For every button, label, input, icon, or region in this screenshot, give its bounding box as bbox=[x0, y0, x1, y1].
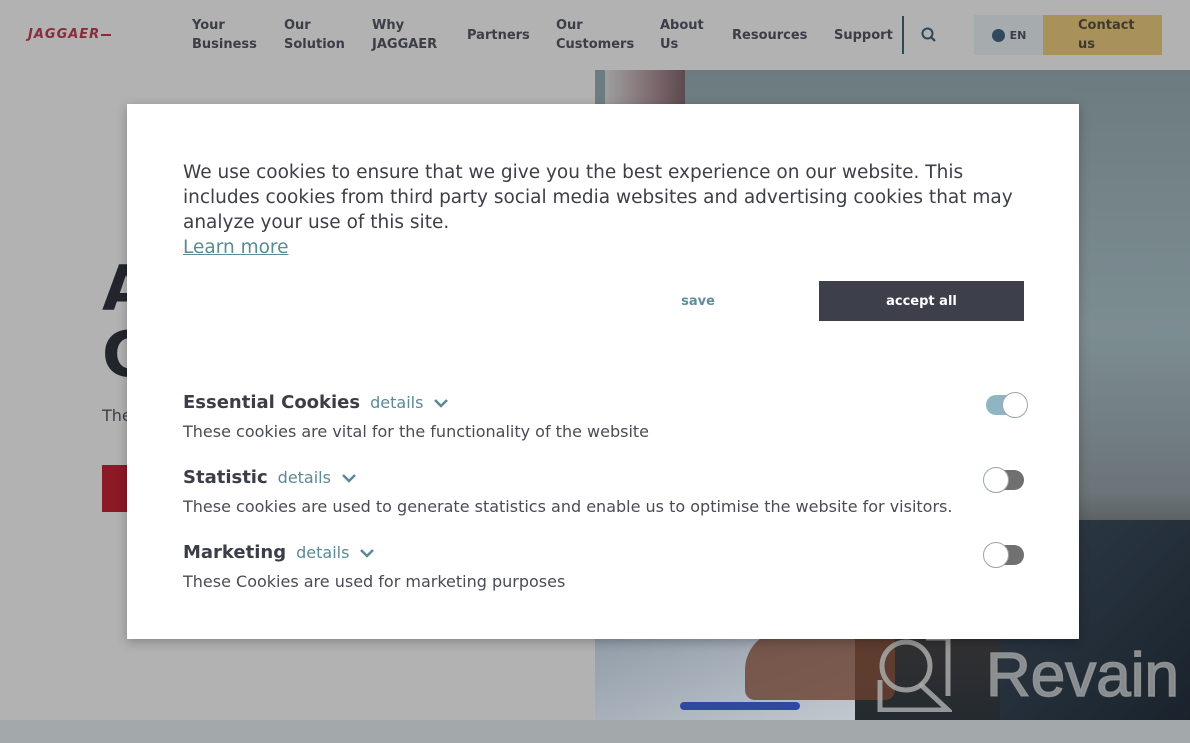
revain-logo-icon bbox=[877, 636, 952, 712]
nav-item-our-solution[interactable]: Our Solution bbox=[284, 16, 345, 54]
top-navigation: JAGGAER Your Business Our Solution Why JAGG… bbox=[0, 0, 1190, 70]
category-description: These cookies are vital for the function… bbox=[183, 422, 650, 441]
language-selector[interactable]: EN bbox=[974, 15, 1044, 55]
nav-label: Partners bbox=[467, 28, 530, 43]
hero-image-arm bbox=[745, 630, 895, 700]
learn-more-link[interactable]: Learn more bbox=[183, 237, 289, 258]
marketing-cookies-toggle[interactable] bbox=[983, 542, 1024, 568]
nav-label: Your bbox=[192, 18, 225, 33]
hero-image-pen bbox=[680, 702, 800, 710]
chevron-down-icon[interactable] bbox=[359, 547, 375, 559]
save-button[interactable]: save bbox=[613, 281, 783, 321]
nav-label: Our bbox=[284, 18, 311, 33]
toggle-knob bbox=[983, 467, 1009, 493]
search-icon[interactable] bbox=[920, 26, 938, 44]
nav-item-partners[interactable]: Partners bbox=[467, 26, 530, 45]
nav-label: Resources bbox=[732, 28, 808, 43]
category-title: Marketing bbox=[183, 542, 287, 563]
category-description: These cookies are used to generate stati… bbox=[183, 497, 953, 516]
nav-item-why-jaggaer[interactable]: Why JAGGAER bbox=[372, 16, 437, 54]
nav-label: About bbox=[660, 18, 704, 33]
category-description: These Cookies are used for marketing pur… bbox=[183, 572, 566, 591]
footer-strip bbox=[0, 720, 1190, 743]
nav-label: JAGGAER bbox=[372, 37, 438, 52]
cookie-category-statistic: Statistic details These cookies are used… bbox=[183, 467, 1043, 516]
nav-label: Us bbox=[660, 37, 679, 52]
toggle-knob bbox=[983, 542, 1009, 568]
nav-item-support[interactable]: Support bbox=[834, 26, 893, 45]
nav-label: Business bbox=[192, 37, 257, 52]
essential-cookies-toggle[interactable] bbox=[986, 392, 1028, 418]
nav-divider bbox=[902, 16, 904, 54]
cookie-intro: We use cookies to ensure that we give yo… bbox=[183, 160, 1043, 260]
contact-label: Contact bbox=[1078, 18, 1135, 33]
details-link[interactable]: details bbox=[278, 468, 331, 487]
chevron-down-icon[interactable] bbox=[341, 472, 357, 484]
contact-label: us bbox=[1078, 37, 1095, 52]
globe-icon bbox=[991, 28, 1005, 42]
jaggaer-logo[interactable]: JAGGAER bbox=[28, 27, 112, 42]
revain-watermark-text: Revain bbox=[985, 640, 1180, 711]
nav-label: Customers bbox=[556, 37, 635, 52]
details-link[interactable]: details bbox=[370, 393, 423, 412]
revain-watermark: Revain bbox=[876, 636, 1180, 716]
category-title: Essential Cookies bbox=[183, 392, 361, 413]
nav-label: Solution bbox=[284, 37, 345, 52]
chevron-down-icon[interactable] bbox=[433, 397, 449, 409]
nav-label: Why bbox=[372, 18, 405, 33]
logo-text: JAGGAER bbox=[28, 27, 101, 42]
category-title: Statistic bbox=[183, 467, 268, 488]
nav-item-our-customers[interactable]: Our Customers bbox=[556, 16, 634, 54]
nav-item-your-business[interactable]: Your Business bbox=[192, 16, 257, 54]
details-link[interactable]: details bbox=[296, 543, 349, 562]
cookie-category-essential: Essential Cookies details These cookies … bbox=[183, 392, 1043, 441]
cookie-intro-text: We use cookies to ensure that we give yo… bbox=[183, 162, 1013, 233]
cookie-category-marketing: Marketing details These Cookies are used… bbox=[183, 542, 1043, 591]
contact-us-button[interactable]: Contact us bbox=[1043, 15, 1162, 55]
logo-arrow-icon bbox=[101, 33, 112, 36]
accept-all-button[interactable]: accept all bbox=[819, 281, 1024, 321]
statistic-cookies-toggle[interactable] bbox=[983, 467, 1024, 493]
nav-item-resources[interactable]: Resources bbox=[732, 26, 807, 45]
toggle-knob bbox=[1002, 392, 1028, 418]
cookie-consent-modal: We use cookies to ensure that we give yo… bbox=[127, 104, 1079, 639]
nav-label: Our bbox=[556, 18, 583, 33]
language-label: EN bbox=[1009, 28, 1027, 42]
nav-item-about-us[interactable]: About Us bbox=[660, 16, 704, 54]
nav-label: Support bbox=[834, 28, 893, 43]
